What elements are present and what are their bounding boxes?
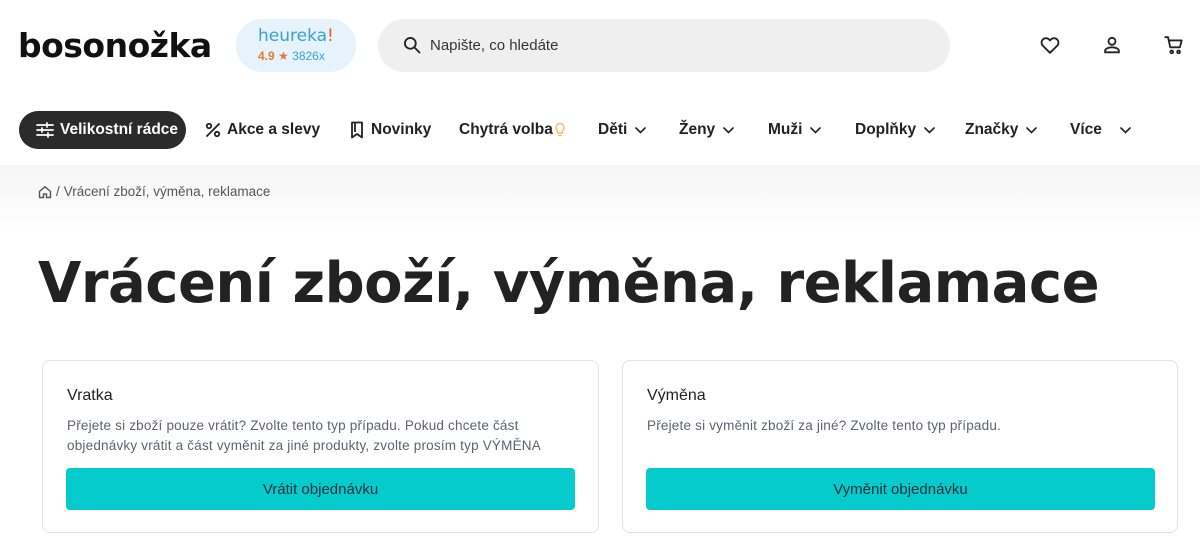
site-logo[interactable]: bosonožka bbox=[18, 22, 212, 70]
bulb-icon bbox=[555, 122, 565, 137]
nav-item-men[interactable]: Muži bbox=[768, 111, 822, 149]
heureka-brand: heureka! bbox=[258, 26, 334, 46]
nav-item-label: Novinky bbox=[371, 121, 432, 138]
chevron-down-icon bbox=[635, 126, 647, 134]
cart-icon[interactable] bbox=[1163, 34, 1185, 56]
breadcrumb-current: Vrácení zboží, výměna, reklamace bbox=[63, 184, 271, 199]
home-icon[interactable] bbox=[38, 185, 52, 199]
nav-item-new[interactable]: Novinky bbox=[349, 111, 431, 149]
user-icon[interactable] bbox=[1101, 34, 1123, 56]
nav-item-label: Značky bbox=[965, 121, 1019, 138]
nav-item-label: Více bbox=[1070, 121, 1102, 138]
star-icon: ★ bbox=[278, 49, 289, 63]
heureka-badge[interactable]: heureka! 4.9 ★ 3826x bbox=[236, 19, 356, 72]
nav-item-label: Děti bbox=[598, 121, 628, 138]
nav-item-label: Chytrá volba bbox=[459, 121, 553, 138]
search-bar[interactable] bbox=[378, 19, 950, 72]
nav-item-label: Muži bbox=[768, 121, 803, 138]
page-title: Vrácení zboží, výměna, reklamace bbox=[38, 251, 1100, 316]
return-order-button[interactable]: Vrátit objednávku bbox=[66, 468, 575, 510]
return-card-description: Přejete si zboží pouze vrátit? Zvolte te… bbox=[67, 418, 541, 453]
percent-icon bbox=[205, 122, 221, 138]
nav-item-label: Doplňky bbox=[855, 121, 917, 138]
nav-item-sales[interactable]: Akce a slevy bbox=[205, 111, 320, 149]
heureka-score: 4.9 bbox=[258, 49, 275, 63]
sliders-icon bbox=[36, 122, 54, 138]
nav-item-brands[interactable]: Značky bbox=[965, 111, 1038, 149]
chevron-down-icon bbox=[723, 126, 734, 134]
search-input[interactable] bbox=[430, 32, 910, 58]
exchange-order-button[interactable]: Vyměnit objednávku bbox=[646, 468, 1155, 510]
breadcrumb: / Vrácení zboží, výměna, reklamace bbox=[38, 184, 270, 200]
heart-icon[interactable] bbox=[1039, 34, 1061, 56]
site-header: bosonožka heureka! 4.9 ★ 3826x bbox=[0, 0, 1200, 92]
return-card-title: Vratka bbox=[67, 387, 113, 404]
nav-item-label: Velikostní rádce bbox=[60, 121, 179, 138]
return-card: Vratka Přejete si zboží pouze vrátit? Zv… bbox=[42, 360, 599, 533]
heureka-rating: 4.9 ★ 3826x bbox=[258, 49, 325, 63]
heureka-review-count: 3826x bbox=[292, 49, 325, 63]
exchange-card-description: Přejete si vyměnit zboží za jiné? Zvolte… bbox=[647, 418, 1001, 433]
nav-item-women[interactable]: Ženy bbox=[679, 111, 734, 149]
exchange-card-title: Výměna bbox=[647, 387, 706, 404]
nav-item-label: Ženy bbox=[679, 121, 716, 138]
nav-item-accessories[interactable]: Doplňky bbox=[855, 111, 935, 149]
nav-item-label: Akce a slevy bbox=[227, 121, 321, 138]
nav-item-more[interactable]: Více bbox=[1070, 111, 1131, 149]
nav-item-kids[interactable]: Děti bbox=[598, 111, 647, 149]
chevron-down-icon bbox=[1120, 126, 1131, 134]
breadcrumb-separator: / bbox=[56, 184, 60, 199]
exchange-card: Výměna Přejete si vyměnit zboží za jiné?… bbox=[622, 360, 1178, 533]
chevron-down-icon bbox=[810, 126, 822, 134]
nav-item-smart-choice[interactable]: Chytrá volba bbox=[459, 111, 566, 149]
nav-item-size-guide[interactable]: Velikostní rádce bbox=[19, 111, 186, 149]
search-icon[interactable] bbox=[402, 35, 422, 55]
bookmark-icon bbox=[351, 121, 363, 139]
chevron-down-icon bbox=[1026, 126, 1038, 134]
chevron-down-icon bbox=[924, 126, 935, 134]
main-navigation: Velikostní rádce Akce a slevy Novinky Ch… bbox=[0, 92, 1200, 165]
